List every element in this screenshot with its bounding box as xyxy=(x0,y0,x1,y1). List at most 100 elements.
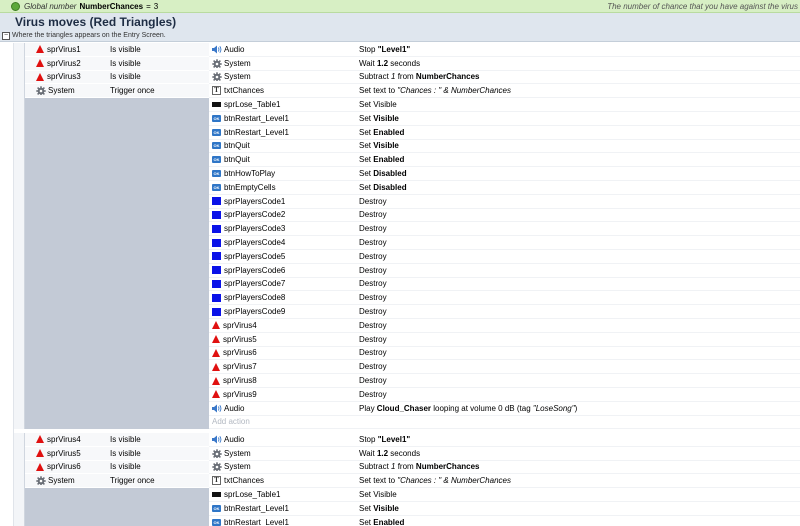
action-text: Set Disabled xyxy=(359,169,407,178)
action-row[interactable]: sprPlayersCode8 Destroy xyxy=(209,291,800,306)
action-object: sprVirus6 xyxy=(209,348,359,357)
action-object: OK btnEmptyCells xyxy=(209,183,359,192)
action-text: Set Enabled xyxy=(359,518,404,526)
action-text-pre: Subtract xyxy=(359,462,392,472)
action-text-b: NumberChances xyxy=(415,462,480,472)
action-row[interactable]: OK btnQuit Set Visible xyxy=(209,140,800,154)
action-text-mid: from xyxy=(395,72,416,82)
action-object: OK btnHowToPlay xyxy=(209,169,359,178)
action-object-name: btnRestart_Level1 xyxy=(224,517,289,526)
action-row[interactable]: TtxtChances Set text to "Chances : " & Nu… xyxy=(209,84,800,99)
action-row[interactable]: sprPlayersCode9 Destroy xyxy=(209,305,800,319)
action-row[interactable]: sprLose_Table1 Set Visible xyxy=(209,488,800,502)
action-row[interactable]: OK btnQuit Set Enabled xyxy=(209,153,800,168)
action-text: Destroy xyxy=(359,376,387,385)
action-row[interactable]: OK btnHowToPlay Set Disabled xyxy=(209,167,800,181)
blue-square-sprite-icon xyxy=(212,252,221,261)
action-row[interactable]: OK btnEmptyCells Set Disabled xyxy=(209,181,800,195)
action-row[interactable]: TtxtChances Set text to "Chances : " & Nu… xyxy=(209,474,800,489)
action-object-name: sprVirus7 xyxy=(223,362,257,372)
blue-square-sprite-icon xyxy=(212,307,221,316)
action-row[interactable]: OK btnRestart_Level1 Set Visible xyxy=(209,112,800,126)
condition-row[interactable]: sprVirus2 Is visible xyxy=(25,56,209,71)
action-row[interactable]: sprVirus4 Destroy xyxy=(209,319,800,333)
action-row[interactable]: sprPlayersCode2 Destroy xyxy=(209,209,800,223)
condition-row[interactable]: sprVirus5 Is visible xyxy=(25,446,209,461)
condition-row[interactable]: sprVirus1 Is visible xyxy=(25,43,209,57)
action-row[interactable]: sprVirus8 Destroy xyxy=(209,374,800,388)
event-sheet-left-margin xyxy=(0,43,14,526)
action-row[interactable]: OK btnRestart_Level1 Set Visible xyxy=(209,502,800,516)
action-text-pre: Destroy xyxy=(359,362,387,372)
condition-text: Is visible xyxy=(110,72,141,82)
add-action-row[interactable]: Add action xyxy=(209,416,800,430)
action-object: sprVirus7 xyxy=(209,362,359,371)
condition-row[interactable]: sprVirus3 Is visible xyxy=(25,70,209,85)
red-triangle-sprite-icon xyxy=(212,335,220,344)
condition-text: Is visible xyxy=(110,434,141,444)
action-text-pre: Wait xyxy=(359,448,377,458)
text-object-icon: T xyxy=(212,86,221,96)
add-action-link[interactable]: Add action xyxy=(209,417,250,426)
red-triangle-sprite-icon xyxy=(212,390,220,399)
blue-square-sprite-icon xyxy=(212,266,221,275)
action-object-name: btnQuit xyxy=(224,155,250,165)
action-row[interactable]: System Subtract 1 from NumberChances xyxy=(209,461,800,475)
action-row[interactable]: System Subtract 1 from NumberChances xyxy=(209,71,800,85)
action-row[interactable]: System Wait 1.2 seconds xyxy=(209,447,800,461)
action-object-name: sprPlayersCode6 xyxy=(224,265,286,275)
red-triangle-sprite-icon xyxy=(36,435,44,444)
action-object: Audio xyxy=(209,404,359,413)
global-variable-value: 3 xyxy=(153,1,159,11)
action-row[interactable]: OK btnRestart_Level1 Set Enabled xyxy=(209,516,800,526)
red-triangle-sprite-icon xyxy=(36,449,44,458)
action-object: Audio xyxy=(209,45,359,54)
action-row[interactable]: sprPlayersCode6 Destroy xyxy=(209,264,800,278)
action-object-name: sprPlayersCode5 xyxy=(224,251,286,261)
red-triangle-sprite-icon xyxy=(212,348,220,357)
event-margin[interactable] xyxy=(14,43,25,430)
action-row[interactable]: System Wait 1.2 seconds xyxy=(209,57,800,71)
action-object: sprVirus5 xyxy=(209,335,359,344)
condition-row[interactable]: sprVirus6 Is visible xyxy=(25,460,209,475)
action-row[interactable]: sprPlayersCode1 Destroy xyxy=(209,195,800,209)
condition-row[interactable]: System Trigger once xyxy=(25,474,209,489)
action-object-name: btnHowToPlay xyxy=(224,169,276,179)
condition-object-name: sprVirus6 xyxy=(47,462,81,472)
action-row[interactable]: sprVirus5 Destroy xyxy=(209,333,800,347)
group-collapse-toggle[interactable]: − xyxy=(2,32,10,40)
action-row[interactable]: sprVirus6 Destroy xyxy=(209,347,800,361)
action-text-pre: Destroy xyxy=(359,348,387,358)
action-row[interactable]: Audio Stop "Level1" xyxy=(209,433,800,447)
action-row[interactable]: sprPlayersCode4 Destroy xyxy=(209,236,800,250)
action-object: OK btnQuit xyxy=(209,155,359,164)
event-block-2[interactable]: sprVirus4 Is visible sprVirus5 Is visible sp… xyxy=(14,433,800,526)
event-group-header[interactable]: Virus moves (Red Triangles) − Where the … xyxy=(0,13,800,42)
action-object-name: btnQuit xyxy=(224,141,250,151)
action-text-b: "Level1" xyxy=(377,434,411,444)
action-row[interactable]: Audio Play Cloud_Chaser looping at volume… xyxy=(209,402,800,416)
action-row[interactable]: sprPlayersCode5 Destroy xyxy=(209,250,800,264)
action-text: Set text to "Chances : " & NumberChances xyxy=(359,86,511,95)
action-row[interactable]: sprLose_Table1 Set Visible xyxy=(209,98,800,112)
event-block-1[interactable]: sprVirus1 Is visible sprVirus2 Is visible sp… xyxy=(14,43,800,430)
condition-row[interactable]: sprVirus4 Is visible xyxy=(25,433,209,447)
action-text-pre: Play xyxy=(359,403,377,413)
condition-object: sprVirus4 xyxy=(25,435,107,444)
action-row[interactable]: OK btnRestart_Level1 Set Enabled xyxy=(209,126,800,140)
action-object-name: sprLose_Table1 xyxy=(224,100,281,110)
action-row[interactable]: sprVirus7 Destroy xyxy=(209,360,800,375)
action-row[interactable]: Audio Stop "Level1" xyxy=(209,43,800,57)
action-row[interactable]: sprPlayersCode3 Destroy xyxy=(209,222,800,237)
action-row[interactable]: sprVirus9 Destroy xyxy=(209,388,800,402)
event-margin[interactable] xyxy=(14,433,25,526)
action-row[interactable]: sprPlayersCode7 Destroy xyxy=(209,278,800,292)
action-object: sprVirus9 xyxy=(209,390,359,399)
action-object: OK btnRestart_Level1 xyxy=(209,518,359,526)
audio-speaker-icon xyxy=(212,435,222,444)
action-object-name: btnRestart_Level1 xyxy=(224,113,289,123)
condition-row[interactable]: System Trigger once xyxy=(25,84,209,99)
action-text: Play Cloud_Chaser looping at volume 0 dB… xyxy=(359,404,577,413)
audio-speaker-icon xyxy=(212,45,222,54)
global-variable-bar[interactable]: Global number NumberChances = 3 The numb… xyxy=(0,0,800,13)
